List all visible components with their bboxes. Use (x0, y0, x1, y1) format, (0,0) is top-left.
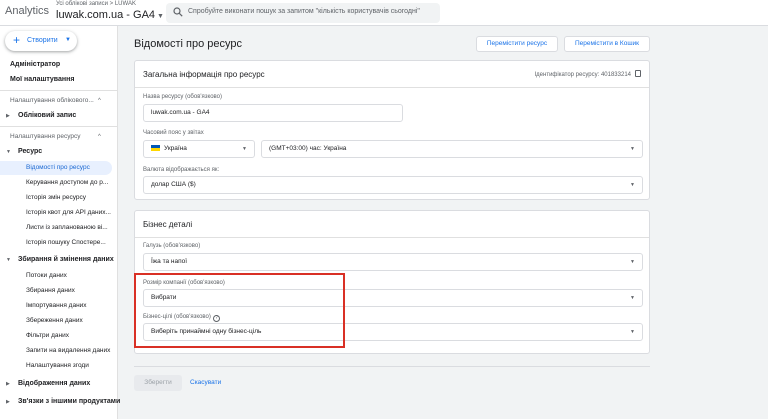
sidebar-item-search-history[interactable]: Історія пошуку Спостере... (0, 236, 118, 250)
sidebar-item-label: Зв'язки з іншими продуктами (18, 398, 121, 405)
move-to-trash-button[interactable]: Перемістити в Кошик (564, 36, 650, 52)
industry-label: Галузь (обов'язково) (143, 243, 201, 249)
timezone-label: Часовий пояс у звітах (143, 130, 204, 136)
create-button[interactable]: + Створити ▼ (5, 31, 77, 51)
property-id-text: Ідентифікатор ресурсу: 401833214 (534, 72, 631, 78)
sidebar-item-access-management[interactable]: Керування доступом до р... (0, 176, 118, 190)
chevron-down-icon: ▼ (65, 37, 71, 43)
sidebar-item-product-links[interactable]: ▶ Зв'язки з іншими продуктами (0, 395, 121, 409)
sidebar-item-scheduled-emails[interactable]: Листи із запланованою ві... (0, 221, 118, 235)
property-id: Ідентифікатор ресурсу: 401833214 (535, 70, 641, 78)
collapse-arrow-icon: ▼ (6, 257, 11, 263)
expand-arrow-icon: ▶ (6, 381, 10, 387)
divider (135, 237, 649, 238)
sidebar-item-data-display[interactable]: ▶ Відображення даних (0, 377, 118, 391)
dropdown-arrow-icon: ▼ (630, 259, 635, 265)
dropdown-arrow-icon: ▼ (242, 146, 247, 152)
move-property-button[interactable]: Перемістити ресурс (476, 36, 558, 52)
sidebar-item-account[interactable]: ▶ Обліковий запис (0, 109, 118, 123)
ukraine-flag-icon (151, 145, 160, 151)
sidebar-section-property-settings[interactable]: Налаштування ресурсу ^ (0, 130, 118, 144)
sidebar-item-data-filters[interactable]: Фільтри даних (0, 329, 118, 343)
search-placeholder: Спробуйте виконати пошук за запитом "кіл… (188, 8, 420, 15)
timezone-country-value: Україна (164, 145, 187, 152)
sidebar: + Створити ▼ Адміністратор Мої налаштува… (0, 26, 121, 419)
divider (135, 87, 649, 88)
collapse-arrow-icon: ▼ (6, 149, 11, 155)
account-selector[interactable]: luwak.com.ua - GA4 ▼ (56, 9, 164, 21)
sidebar-item-data-collection[interactable]: ▼ Збирання й змінення даних (0, 253, 118, 267)
expand-arrow-icon: ▶ (6, 399, 10, 405)
account-name: luwak.com.ua - GA4 (56, 9, 156, 21)
chevron-up-icon: ^ (98, 98, 101, 104)
create-label: Створити (27, 37, 58, 44)
sidebar-item-data-collection-settings[interactable]: Збирання даних (0, 284, 118, 298)
copy-icon[interactable] (635, 70, 641, 77)
cancel-button[interactable]: Скасувати (190, 375, 221, 391)
dropdown-arrow-icon: ▼ (630, 182, 635, 188)
sidebar-item-change-history[interactable]: Історія змін ресурсу (0, 191, 118, 205)
dropdown-arrow-icon: ▼ (630, 146, 635, 152)
sidebar-item-api-quota[interactable]: Історія квот для API даних... (0, 206, 118, 220)
sidebar-item-property[interactable]: ▼ Ресурс (0, 145, 118, 159)
plus-icon: + (13, 33, 21, 47)
currency-value: долар США ($) (151, 181, 196, 188)
card-title: Бізнес деталі (143, 220, 193, 229)
sidebar-item-data-deletion[interactable]: Запити на видалення даних (0, 344, 118, 358)
divider (0, 90, 118, 91)
sidebar-item-consent-settings[interactable]: Налаштування згоди (0, 359, 118, 373)
save-button[interactable]: Зберегти (134, 375, 182, 391)
sidebar-item-data-retention[interactable]: Збереження даних (0, 314, 118, 328)
account-breadcrumb[interactable]: Усі облікові записи > LUWAK (56, 1, 136, 7)
currency-select[interactable]: долар США ($) ▼ (143, 176, 643, 194)
page-title: Відомості про ресурс (134, 38, 243, 50)
industry-value: Їжа та напої (151, 258, 188, 265)
sidebar-item-admin[interactable]: Адміністратор (0, 58, 118, 72)
dropdown-arrow-icon: ▼ (630, 295, 635, 301)
chevron-down-icon: ▼ (157, 13, 164, 20)
sidebar-item-data-import[interactable]: Імпортування даних (0, 299, 118, 313)
search-icon (173, 7, 183, 17)
sidebar-item-label: Відображення даних (18, 380, 91, 387)
property-name-input[interactable]: luwak.com.ua - GA4 (143, 104, 403, 122)
divider (0, 126, 118, 127)
top-bar: Analytics Усі облікові записи > LUWAK lu… (0, 0, 768, 26)
chevron-up-icon: ^ (98, 134, 101, 140)
general-info-card: Загальна інформація про ресурс Ідентифік… (134, 60, 650, 200)
main-content: Відомості про ресурс Перемістити ресурс … (118, 26, 768, 419)
timezone-country-select[interactable]: Україна ▼ (143, 140, 255, 158)
card-title: Загальна інформація про ресурс (143, 70, 265, 79)
app-brand[interactable]: Analytics (5, 5, 49, 17)
highlight-annotation-box (134, 273, 345, 348)
industry-select[interactable]: Їжа та напої ▼ (143, 253, 643, 271)
expand-arrow-icon: ▶ (6, 113, 10, 119)
property-name-label: Назва ресурсу (обов'язково) (143, 94, 223, 100)
timezone-value: (GMT+03:00) час: Україна (269, 145, 347, 152)
dropdown-arrow-icon: ▼ (630, 329, 635, 335)
sidebar-item-data-streams[interactable]: Потоки даних (0, 269, 118, 283)
currency-label: Валюта відображається як: (143, 167, 220, 173)
section-label: Налаштування ресурсу (10, 133, 81, 140)
sidebar-item-label: Ресурс (18, 148, 43, 155)
sidebar-item-my-settings[interactable]: Мої налаштування (0, 73, 118, 87)
divider (134, 366, 650, 367)
section-label: Налаштування облікового... (10, 97, 94, 104)
sidebar-item-label: Обліковий запис (18, 112, 77, 119)
sidebar-item-property-details[interactable]: Відомості про ресурс (0, 161, 112, 175)
sidebar-item-label: Збирання й змінення даних (18, 256, 114, 263)
search-bar[interactable]: Спробуйте виконати пошук за запитом "кіл… (166, 3, 440, 23)
sidebar-section-account-settings[interactable]: Налаштування облікового... ^ (0, 94, 118, 108)
timezone-select[interactable]: (GMT+03:00) час: Україна ▼ (261, 140, 643, 158)
